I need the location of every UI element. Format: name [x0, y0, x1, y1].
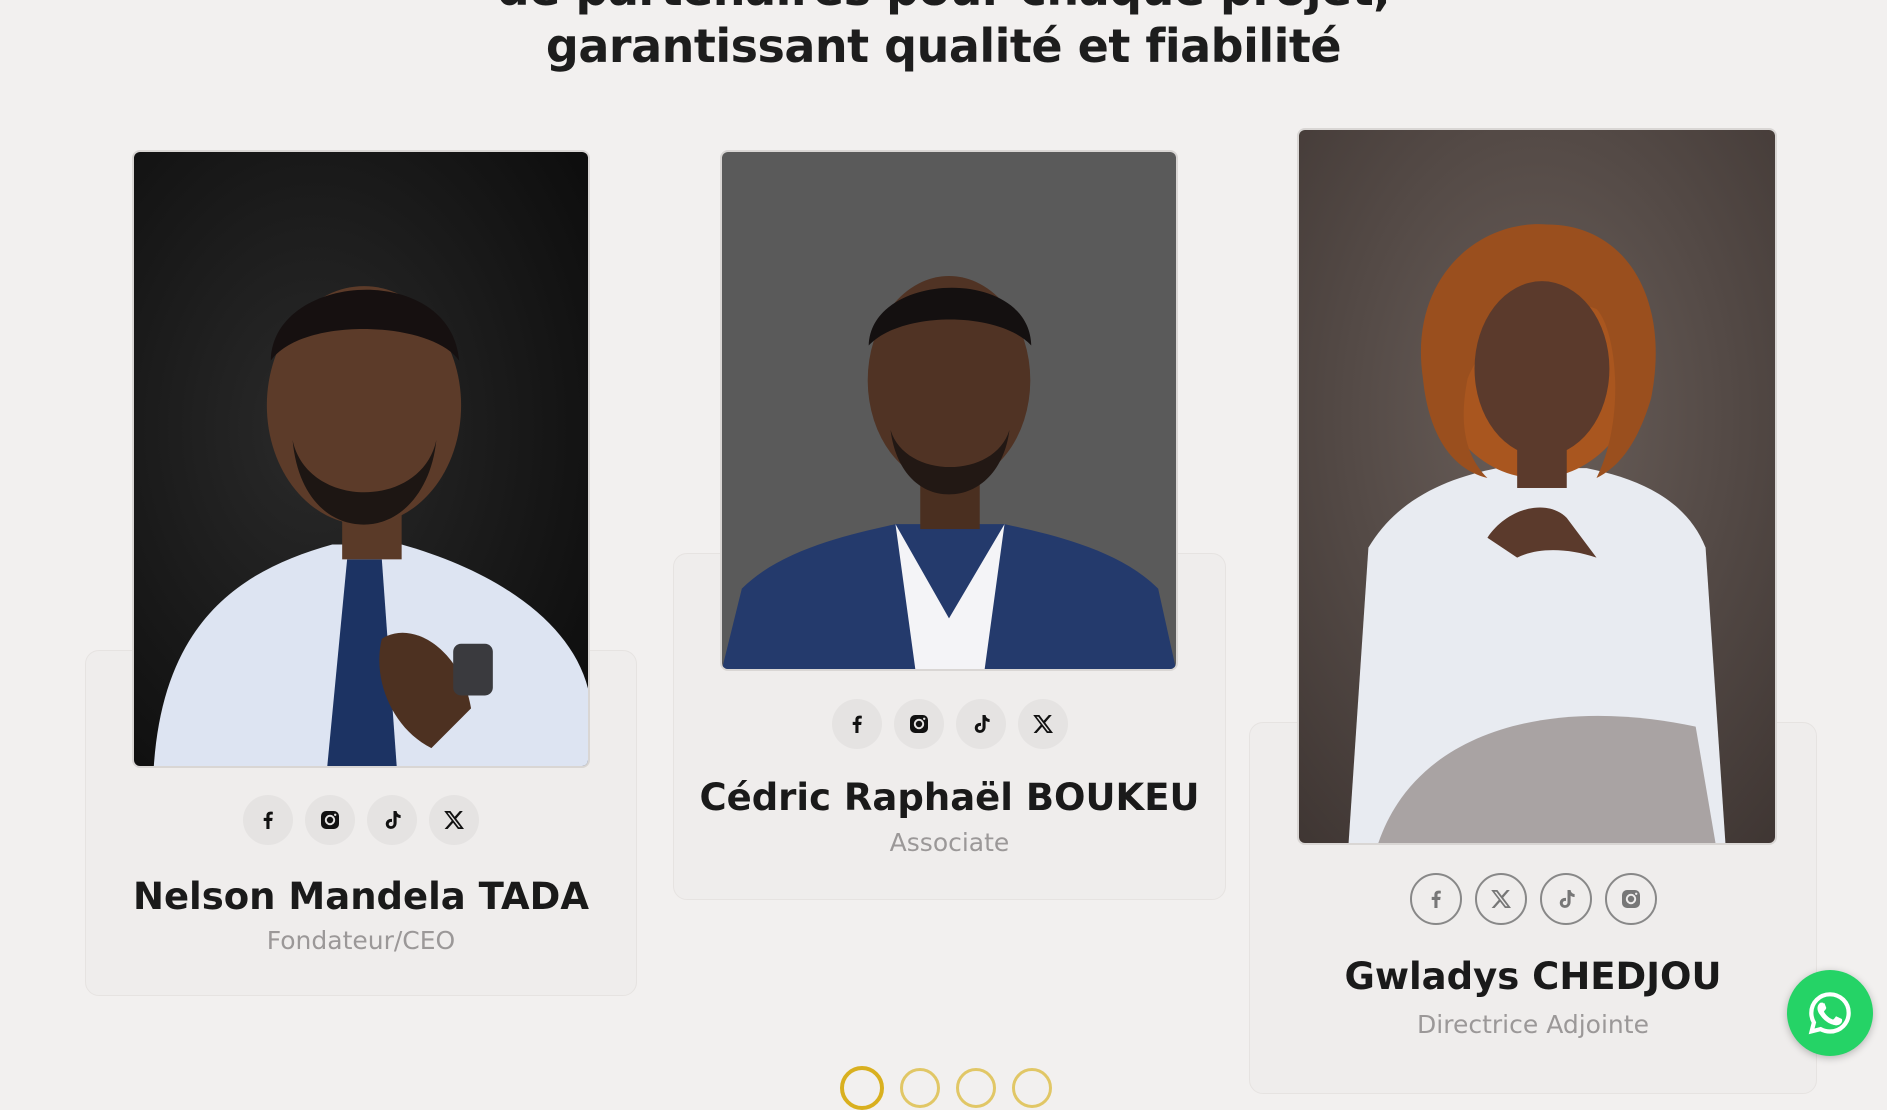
- x-icon[interactable]: [1474, 873, 1527, 925]
- x-icon[interactable]: [1017, 699, 1068, 749]
- social-links: [674, 699, 1225, 749]
- member-role: Directrice Adjointe: [1417, 1010, 1649, 1039]
- whatsapp-button[interactable]: [1787, 970, 1873, 1056]
- social-links: [1250, 873, 1816, 925]
- facebook-icon[interactable]: [1409, 873, 1462, 925]
- pagination-dot[interactable]: [1012, 1068, 1052, 1108]
- member-photo: [1297, 128, 1777, 845]
- tiktok-icon[interactable]: [367, 795, 417, 845]
- pagination-dot[interactable]: [840, 1066, 884, 1110]
- member-role: Fondateur/CEO: [266, 926, 456, 955]
- pagination-dot[interactable]: [900, 1068, 940, 1108]
- member-photo: [132, 150, 590, 768]
- whatsapp-icon: [1808, 992, 1851, 1035]
- tiktok-icon[interactable]: [955, 699, 1006, 749]
- pagination-dot[interactable]: [956, 1068, 996, 1108]
- member-photo: [720, 150, 1178, 671]
- x-icon[interactable]: [429, 795, 479, 845]
- section-heading-line-2: garantissant qualité et fiabilité: [545, 19, 1342, 73]
- instagram-icon[interactable]: [305, 795, 355, 845]
- instagram-icon[interactable]: [1604, 873, 1657, 925]
- instagram-icon[interactable]: [893, 699, 944, 749]
- carousel-pagination: [840, 1066, 1052, 1110]
- member-name: Cédric Raphaël BOUKEU: [699, 776, 1200, 819]
- tiktok-icon[interactable]: [1539, 873, 1592, 925]
- facebook-icon[interactable]: [831, 699, 882, 749]
- facebook-icon[interactable]: [243, 795, 293, 845]
- member-name: Nelson Mandela TADA: [133, 875, 589, 918]
- member-name: Gwladys CHEDJOU: [1344, 955, 1722, 998]
- social-links: [86, 795, 636, 845]
- section-heading-line-1: de partenaires pour chaque projet,: [0, 0, 1887, 16]
- member-role: Associate: [889, 828, 1010, 857]
